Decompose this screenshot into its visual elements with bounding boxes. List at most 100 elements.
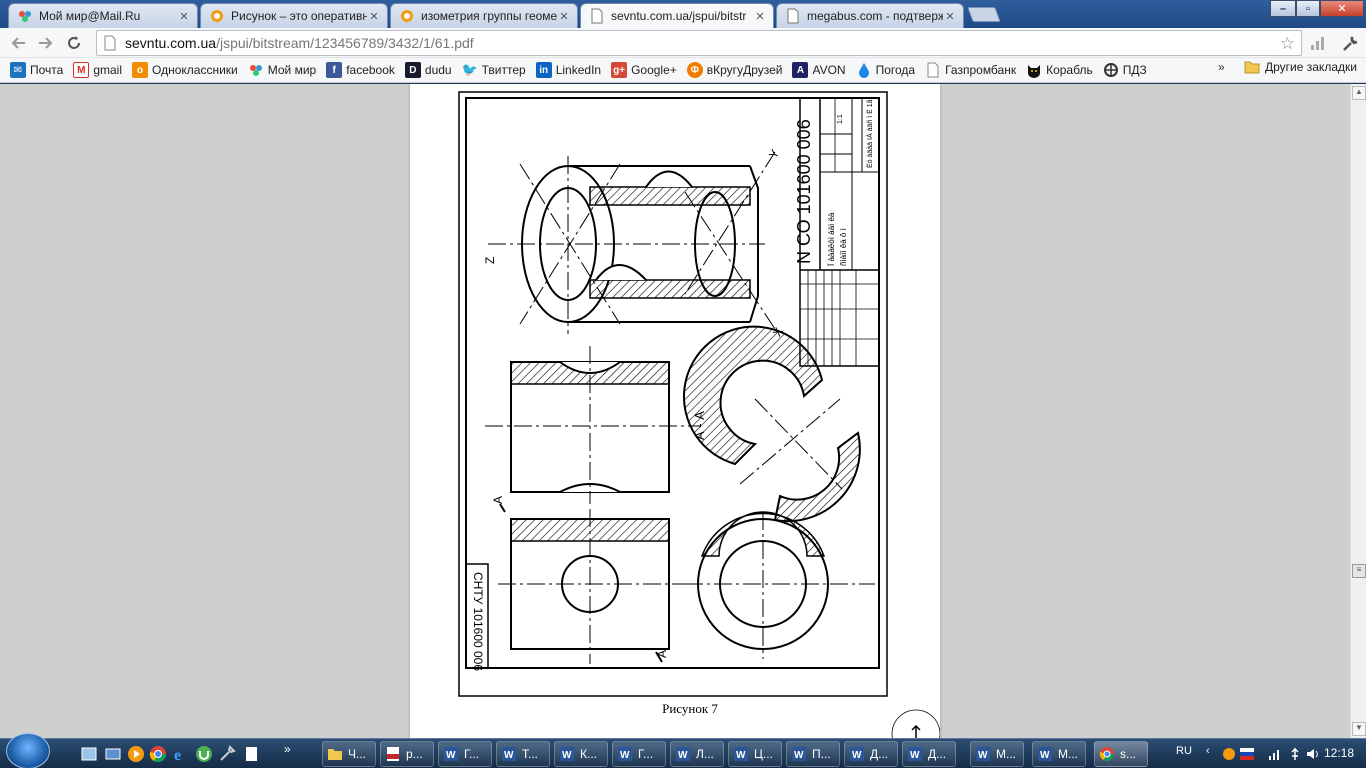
tab-5[interactable]: megabus.com - подтверж ✕	[776, 3, 964, 28]
scroll-down-icon[interactable]: ▼	[1352, 722, 1366, 736]
bookmark-facebook[interactable]: f facebook	[322, 60, 399, 80]
tab-title: sevntu.com.ua/jspui/bitstr	[611, 9, 747, 23]
language-indicator[interactable]: RU	[1176, 745, 1192, 757]
close-tab-icon[interactable]: ✕	[177, 10, 191, 23]
address-bar[interactable]: sevntu.com.ua /jspui/bitstream/123456789…	[96, 30, 1302, 56]
bookmark-korabl[interactable]: Корабль	[1022, 60, 1097, 80]
close-window-button[interactable]: ✕	[1320, 0, 1364, 17]
other-bookmarks-folder[interactable]: Другие закладки	[1244, 60, 1357, 74]
notepad-icon[interactable]	[242, 745, 260, 763]
bookmark-gmail[interactable]: M gmail	[69, 60, 126, 80]
bookmark-label: AVON	[812, 63, 846, 77]
new-tab-button[interactable]	[967, 7, 1001, 22]
googleplus-icon: g+	[611, 62, 628, 78]
quicklaunch-more-icon[interactable]: »	[284, 742, 291, 756]
taskbar-item-7[interactable]: W Л...	[670, 741, 724, 767]
section-aa-view	[683, 325, 861, 523]
taskbar-item-9[interactable]: W П...	[786, 741, 840, 767]
bookmark-vkrugudruzey[interactable]: Ф вКругуДрузей	[683, 60, 787, 80]
bookmark-linkedin[interactable]: in LinkedIn	[532, 60, 605, 80]
taskbar-item-12[interactable]: W М...	[970, 741, 1024, 767]
desktop-quicklaunch-icon[interactable]	[104, 745, 122, 763]
bookmark-dudu[interactable]: D dudu	[401, 60, 456, 80]
clock[interactable]: 12:18	[1324, 746, 1354, 760]
taskbar-item-1[interactable]: Ч...	[322, 741, 376, 767]
chrome-quicklaunch-icon[interactable]	[149, 745, 167, 763]
taskbar-item-14-active[interactable]: s...	[1094, 741, 1148, 767]
bookmark-moimir[interactable]: Мой мир	[244, 60, 320, 80]
taskbar-item-4[interactable]: W Т...	[496, 741, 550, 767]
russian-flag-icon[interactable]	[1240, 747, 1254, 761]
maximize-button[interactable]: ▫	[1296, 0, 1320, 17]
bookmark-odnoklassniki[interactable]: о Одноклассники	[128, 60, 242, 80]
page-icon	[925, 62, 941, 78]
close-tab-icon[interactable]: ✕	[367, 10, 381, 23]
media-player-icon[interactable]	[127, 745, 145, 763]
signal-icon[interactable]	[1310, 36, 1326, 50]
bookmark-label: Google+	[631, 63, 677, 77]
tab-1[interactable]: Мой мир@Mail.Ru ✕	[8, 3, 198, 28]
utorrent-icon[interactable]	[195, 745, 213, 763]
forward-button[interactable]	[34, 31, 58, 55]
usb-icon[interactable]	[1288, 747, 1302, 761]
folder-icon	[1244, 61, 1260, 74]
svg-text:W: W	[794, 750, 804, 761]
reload-button[interactable]	[62, 31, 86, 55]
bookmark-twitter[interactable]: 🐦 Твиттер	[458, 60, 530, 80]
taskbar-item-11[interactable]: W Д...	[902, 741, 956, 767]
vertical-scrollbar[interactable]: ▲ ≡ ▼	[1350, 84, 1366, 738]
bookmark-pogoda[interactable]: Погода	[852, 60, 920, 80]
close-tab-icon[interactable]: ✕	[753, 10, 767, 23]
taskbar-item-6[interactable]: W Г...	[612, 741, 666, 767]
scrollbar-thumb[interactable]: ≡	[1352, 564, 1366, 578]
taskbar-item-8[interactable]: W Ц...	[728, 741, 782, 767]
bookmark-label: вКругуДрузей	[706, 63, 783, 77]
tray-app-icon[interactable]	[1222, 747, 1236, 761]
taskbar-item-13[interactable]: W М...	[1032, 741, 1086, 767]
word-icon: W	[908, 747, 922, 761]
volume-icon[interactable]	[1306, 747, 1320, 761]
bookmark-pochta[interactable]: ✉ Почта	[6, 60, 67, 80]
close-tab-icon[interactable]: ✕	[943, 10, 957, 23]
taskbar-item-5[interactable]: W К...	[554, 741, 608, 767]
taskbar-item-10[interactable]: W Д...	[844, 741, 898, 767]
taskbar-item-3[interactable]: W Г...	[438, 741, 492, 767]
explorer-quicklaunch-icon[interactable]	[80, 745, 98, 763]
tab-3[interactable]: изометрия группы геоме ✕	[390, 3, 578, 28]
bookmark-googleplus[interactable]: g+ Google+	[607, 60, 681, 80]
back-button[interactable]	[6, 31, 30, 55]
network-icon[interactable]	[1268, 747, 1282, 761]
side-code: СНТУ 101600 006	[471, 572, 485, 671]
word-icon: W	[976, 747, 990, 761]
wrench-icon[interactable]	[1340, 34, 1360, 54]
bookmark-gazprombank[interactable]: Газпромбанк	[921, 60, 1020, 80]
stamp-scale: 1:1	[837, 114, 844, 124]
bookmark-pdz[interactable]: ПДЗ	[1099, 60, 1151, 80]
svg-text:W: W	[620, 750, 630, 761]
word-icon: W	[560, 747, 574, 761]
tray-expand-icon[interactable]: ‹	[1206, 745, 1220, 759]
windows-taskbar: e » Ч... р... W Г... W Т... W К... W Г..…	[0, 733, 1366, 768]
tools-icon[interactable]	[218, 745, 236, 763]
scroll-up-icon[interactable]: ▲	[1352, 86, 1366, 100]
word-icon: W	[676, 747, 690, 761]
bookmark-label: Корабль	[1046, 63, 1093, 77]
bookmarks-overflow-button[interactable]: »	[1218, 60, 1225, 74]
browser-toolbar: sevntu.com.ua /jspui/bitstream/123456789…	[0, 28, 1366, 58]
tab-4-active[interactable]: sevntu.com.ua/jspui/bitstr ✕	[580, 3, 774, 28]
pdf-viewer[interactable]: N СО 101600 006 Ї àäàëóí áàì ëà ñìàïì êà…	[0, 84, 1350, 738]
taskbar-item-2[interactable]: р...	[380, 741, 434, 767]
ie-quicklaunch-icon[interactable]: e	[172, 745, 190, 763]
taskbar-item-label: Л...	[696, 747, 714, 761]
reload-icon	[68, 36, 80, 49]
bookmark-star-icon[interactable]: ☆	[1280, 34, 1295, 54]
svg-text:W: W	[678, 750, 688, 761]
minimize-button[interactable]: –	[1270, 0, 1296, 17]
url-host: sevntu.com.ua	[125, 35, 217, 51]
close-tab-icon[interactable]: ✕	[557, 10, 571, 23]
start-button[interactable]	[6, 733, 50, 768]
tab-2[interactable]: Рисунок – это оперативн ✕	[200, 3, 388, 28]
bookmark-avon[interactable]: A AVON	[788, 60, 849, 80]
svg-text:W: W	[1040, 750, 1050, 761]
bookmark-label: facebook	[346, 63, 395, 77]
